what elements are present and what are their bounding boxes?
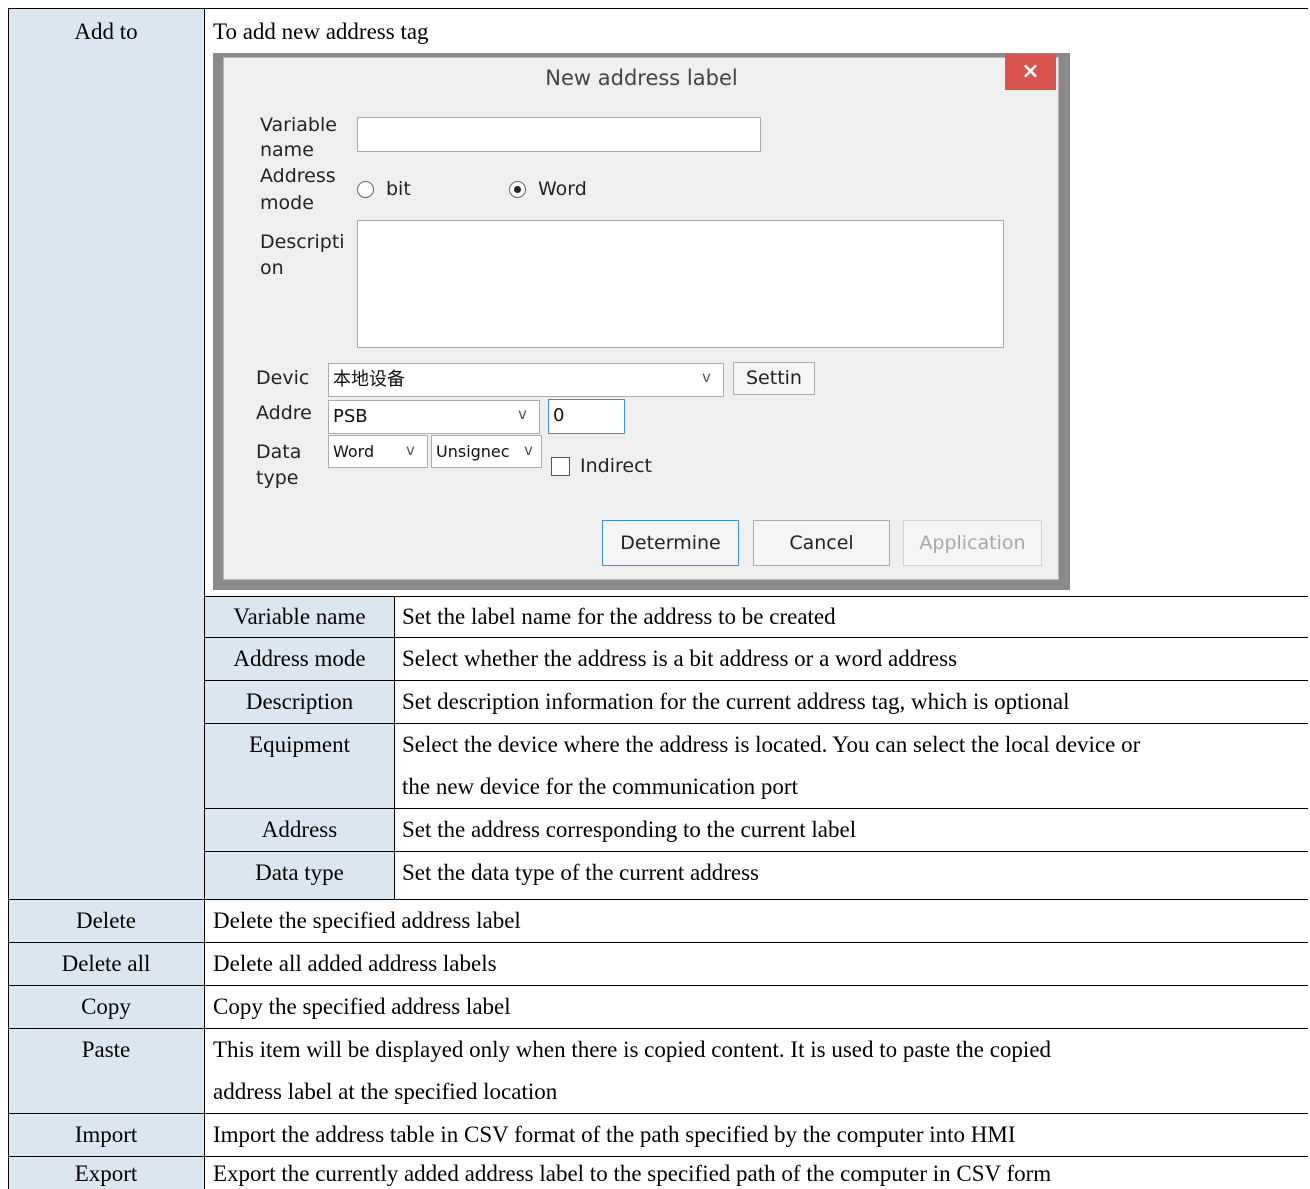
row-desc-copy: Copy the specified address label — [213, 994, 511, 1019]
chevron-down-icon: v — [406, 441, 415, 459]
table-border — [394, 596, 395, 899]
sub-desc-data-type: Set the data type of the current address — [402, 860, 760, 885]
address-label: Addre — [256, 402, 312, 424]
sub-label-data-type: Data type — [255, 860, 344, 885]
dialog-title: New address label — [545, 66, 738, 90]
row-desc-paste: This item will be displayed only when th… — [213, 1037, 1052, 1062]
row-label-cell-add-to — [8, 9, 204, 899]
row-label-export: Export — [74, 1161, 138, 1186]
table-border — [8, 985, 1308, 986]
description-textarea[interactable] — [357, 220, 1004, 348]
variable-name-label: Variable — [260, 114, 337, 136]
determine-button[interactable]: Determine — [602, 520, 739, 566]
sub-desc-description: Set description information for the curr… — [402, 689, 1070, 714]
bit-radio[interactable] — [357, 181, 374, 198]
device-select[interactable]: 本地设备 — [328, 363, 724, 397]
setting-button[interactable]: Settin — [733, 362, 815, 395]
close-button[interactable]: × — [1005, 54, 1056, 90]
row-desc-delete: Delete the specified address label — [213, 908, 521, 933]
row-desc-export: Export the currently added address label… — [213, 1161, 1052, 1186]
indirect-label: Indirect — [580, 455, 652, 477]
table-border — [8, 8, 1308, 9]
sub-label-description: Description — [245, 689, 354, 714]
sub-label-variable-name: Variable name — [233, 604, 366, 629]
address-mode-label: Address — [260, 165, 336, 187]
sub-label-address-mode: Address mode — [233, 646, 366, 671]
row-label-copy: Copy — [81, 994, 131, 1019]
row-label-import: Import — [74, 1122, 138, 1147]
table-border — [204, 8, 205, 1189]
table-border — [204, 596, 1308, 597]
data-type-label-2: type — [256, 467, 299, 489]
sign-value: Unsignec — [436, 442, 510, 461]
table-border — [204, 808, 1308, 809]
variable-name-label-2: name — [260, 139, 314, 161]
row-desc-add-to: To add new address tag — [213, 19, 429, 44]
data-type-label: Data — [256, 441, 302, 463]
chevron-down-icon: v — [524, 441, 533, 459]
address-type-value: PSB — [333, 406, 368, 427]
address-input-value: 0 — [553, 405, 565, 426]
sub-desc-address-mode: Select whether the address is a bit addr… — [402, 646, 958, 671]
row-label-delete: Delete — [75, 908, 136, 933]
cancel-button[interactable]: Cancel — [753, 520, 890, 566]
sub-desc-equipment-2: the new device for the communication por… — [402, 774, 798, 799]
device-select-value: 本地设备 — [333, 369, 405, 390]
device-label: Devic — [256, 367, 310, 389]
data-type-value: Word — [333, 442, 375, 461]
table-border — [204, 637, 1308, 638]
application-button[interactable]: Application — [903, 520, 1042, 566]
word-radio[interactable] — [509, 181, 526, 198]
row-desc-delete-all: Delete all added address labels — [213, 951, 497, 976]
indirect-checkbox[interactable] — [551, 457, 570, 476]
address-mode-label-2: mode — [260, 192, 314, 214]
row-desc-import: Import the address table in CSV format o… — [213, 1122, 1016, 1147]
chevron-down-icon: v — [518, 405, 527, 423]
table-border — [8, 1028, 1308, 1029]
sub-desc-variable-name: Set the label name for the address to be… — [402, 604, 836, 629]
description-label-2: on — [260, 257, 284, 279]
row-desc-paste-2: address label at the specified location — [213, 1079, 558, 1104]
table-border — [204, 851, 1308, 852]
row-label-paste: Paste — [81, 1037, 131, 1062]
table-border — [8, 942, 1308, 943]
table-border — [8, 1113, 1308, 1114]
chevron-down-icon: v — [702, 368, 711, 386]
variable-name-input[interactable] — [357, 117, 761, 152]
row-label-add-to: Add to — [74, 19, 138, 44]
sub-label-equipment: Equipment — [249, 732, 350, 757]
word-radio-label: Word — [538, 178, 587, 200]
sub-desc-address: Set the address corresponding to the cur… — [402, 817, 857, 842]
table-border — [204, 680, 1308, 681]
address-input[interactable]: 0 — [548, 399, 625, 434]
address-type-select[interactable]: PSB — [328, 400, 540, 434]
table-border — [8, 899, 1308, 900]
table-border — [204, 723, 1308, 724]
description-label: Descripti — [260, 231, 345, 253]
sub-desc-equipment: Select the device where the address is l… — [402, 732, 1141, 757]
bit-radio-label: bit — [386, 178, 411, 200]
row-label-delete-all: Delete all — [61, 951, 151, 976]
table-border — [8, 1156, 1308, 1157]
sub-label-address: Address — [261, 817, 338, 842]
